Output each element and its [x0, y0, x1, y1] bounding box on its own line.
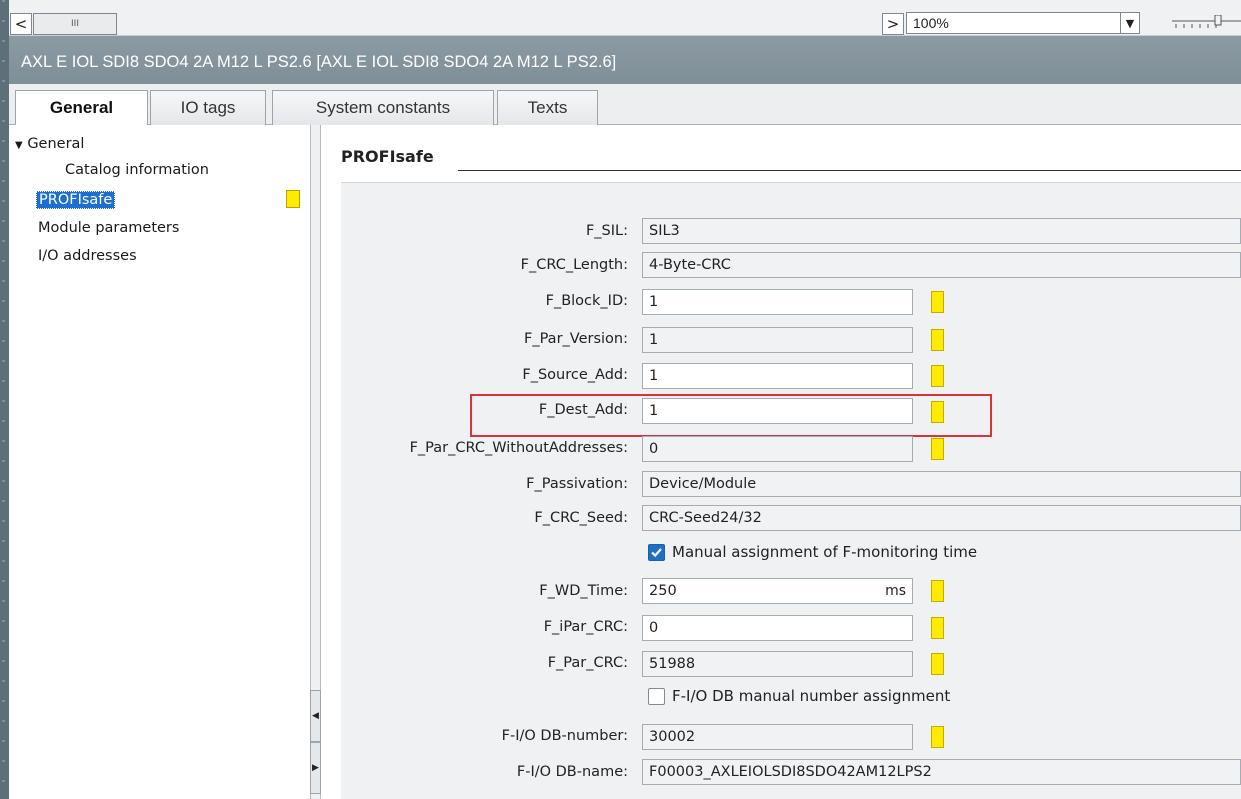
f-ipar-crc-input[interactable]: 0 [642, 615, 913, 641]
nav-item-catalog-information[interactable]: Catalog information [65, 159, 209, 183]
nav-item-label: PROFIsafe [36, 191, 116, 209]
checkmark-icon [651, 548, 662, 558]
tab-system-constants[interactable]: System constants [272, 90, 494, 125]
horizontal-scrollbar-thumb[interactable]: III [33, 13, 117, 35]
f-par-crc-without-addresses-label: F_Par_CRC_WithoutAddresses: [409, 440, 628, 456]
f-passivation-field: Device/Module [642, 471, 1241, 497]
nav-status-marker [286, 190, 300, 208]
section-divider [458, 170, 1241, 171]
f-block-id-input[interactable]: 1 [642, 289, 913, 315]
f-par-crc-label: F_Par_CRC: [547, 655, 628, 671]
db-manual-number-checkbox[interactable] [648, 688, 665, 705]
zoom-select[interactable]: 100% [906, 12, 1140, 34]
tab-bar: General IO tags System constants Texts [9, 84, 1241, 126]
nav-item-general[interactable]: ▼ General [15, 133, 84, 157]
section-title: PROFIsafe [341, 147, 434, 166]
nav-item-io-addresses[interactable]: I/O addresses [38, 245, 137, 269]
f-io-db-name-field: F00003_AXLEIOLSDI8SDO42AM12LPS2 [642, 759, 1241, 785]
f-passivation-label: F_Passivation: [526, 476, 628, 492]
f-io-db-name-label: F-I/O DB-name: [516, 764, 628, 780]
zoom-value: 100% [913, 15, 949, 31]
highlight-box [470, 394, 992, 437]
manual-monitoring-label: Manual assignment of F-monitoring time [672, 543, 978, 561]
expand-arrow-icon[interactable]: ▼ [15, 140, 23, 151]
f-io-db-number-label: F-I/O DB-number: [501, 728, 628, 744]
nav-item-label: General [27, 136, 85, 152]
tab-texts[interactable]: Texts [497, 90, 598, 125]
f-crc-seed-field: CRC-Seed24/32 [642, 505, 1241, 531]
f-wd-time-unit: ms [885, 583, 906, 599]
nav-item-profisafe[interactable]: PROFIsafe [36, 189, 116, 213]
tab-general[interactable]: General [15, 90, 148, 126]
f-par-crc-without-addresses-field: 0 [642, 436, 913, 462]
nav-item-module-parameters[interactable]: Module parameters [38, 217, 179, 241]
f-wd-time-input[interactable]: 250 ms [642, 578, 913, 604]
f-block-id-label: F_Block_ID: [545, 293, 628, 309]
f-wd-time-value: 250 [649, 583, 677, 599]
scroll-left-button[interactable]: < [10, 13, 32, 35]
nav-item-label: I/O addresses [38, 248, 137, 264]
f-par-crc-marker [931, 653, 944, 675]
f-block-id-marker [931, 291, 944, 313]
f-sil-field: SIL3 [642, 218, 1241, 244]
expand-right-icon[interactable]: ▶ [310, 742, 321, 794]
navigation-tree: ▼ General Catalog information PROFIsafe … [9, 125, 311, 799]
f-ipar-crc-marker [931, 617, 944, 639]
f-source-add-label: F_Source_Add: [522, 367, 628, 383]
f-wd-time-marker [931, 580, 944, 602]
nav-item-label: Catalog information [65, 162, 209, 178]
nav-item-label: Module parameters [38, 220, 180, 236]
f-io-db-number-marker [931, 726, 944, 748]
window-title: AXL E IOL SDI8 SDO4 2A M12 L PS2.6 [AXL … [9, 36, 1241, 84]
tab-io-tags[interactable]: IO tags [150, 90, 266, 125]
manual-monitoring-checkbox[interactable] [648, 544, 665, 561]
f-crc-seed-label: F_CRC_Seed: [534, 510, 628, 526]
f-ipar-crc-label: F_iPar_CRC: [543, 619, 628, 635]
f-sil-label: F_SIL: [585, 223, 628, 239]
f-crc-length-field: 4-Byte-CRC [642, 252, 1241, 278]
f-par-version-marker [931, 329, 944, 351]
collapse-left-icon[interactable]: ◀ [310, 690, 321, 742]
f-wd-time-label: F_WD_Time: [539, 583, 628, 599]
db-manual-number-label: F-I/O DB manual number assignment [672, 687, 951, 705]
window-edge [0, 0, 9, 799]
zoom-slider[interactable] [1170, 15, 1241, 29]
f-par-version-label: F_Par_Version: [524, 331, 628, 347]
scroll-right-button[interactable]: > [882, 13, 904, 35]
f-io-db-number-field: 30002 [642, 724, 913, 750]
chevron-down-icon[interactable]: ▼ [1120, 13, 1139, 33]
f-par-version-field: 1 [642, 327, 913, 353]
f-par-crc-field: 51988 [642, 651, 913, 677]
f-par-crc-without-addresses-marker [931, 438, 944, 460]
f-crc-length-label: F_CRC_Length: [520, 257, 628, 273]
f-source-add-input[interactable]: 1 [642, 363, 913, 389]
f-source-add-marker [931, 365, 944, 387]
